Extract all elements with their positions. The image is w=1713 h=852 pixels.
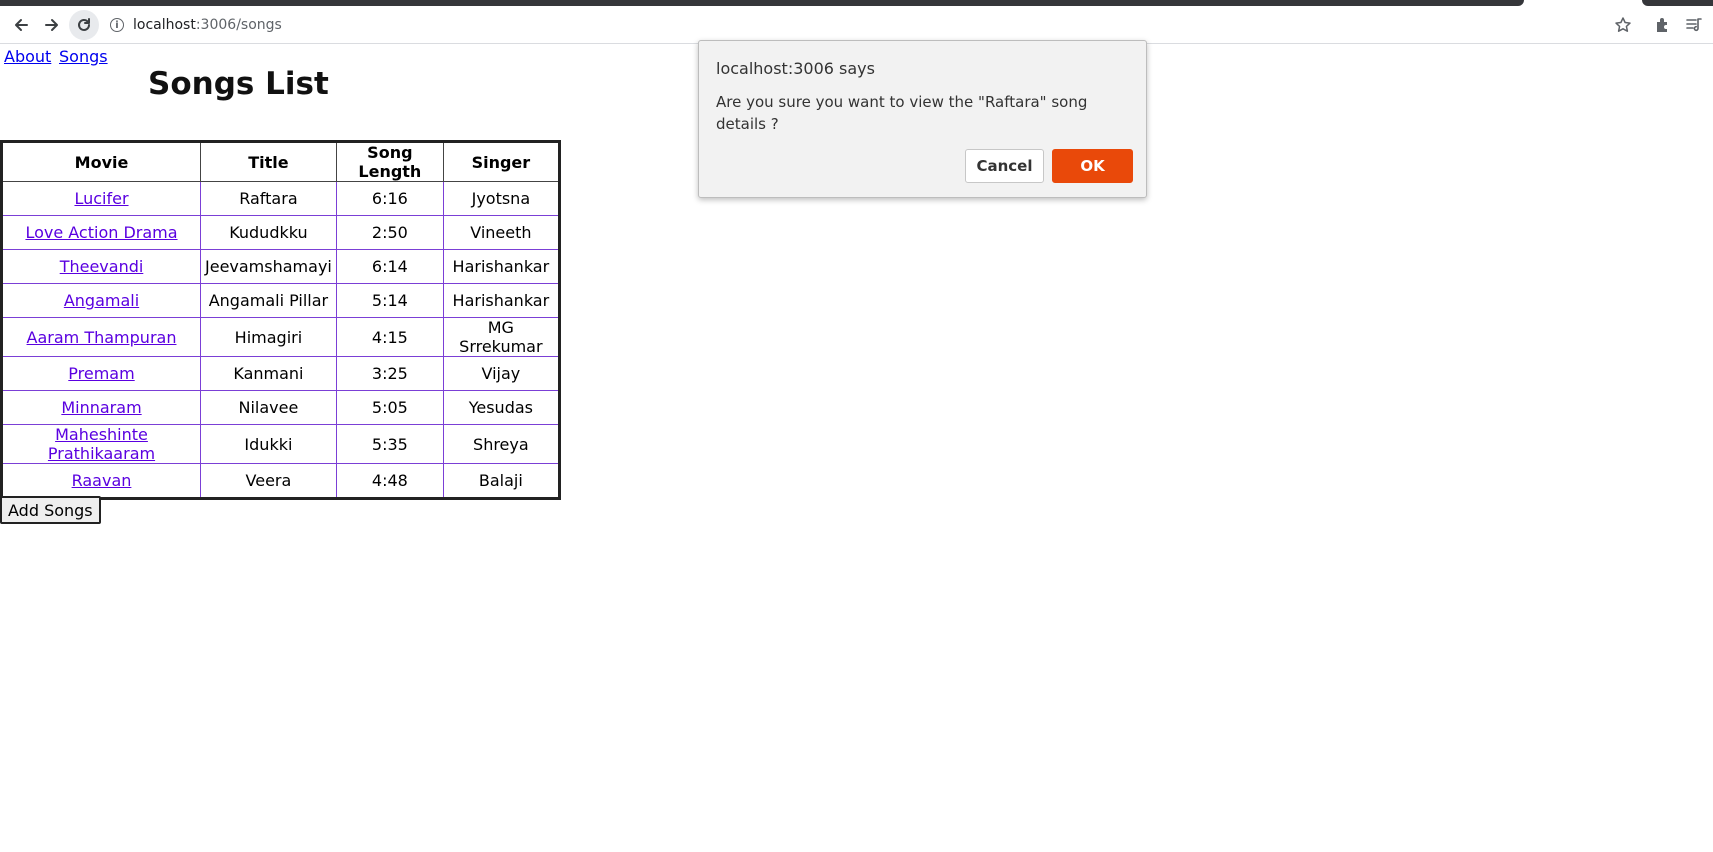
song-title: Jeevamshamayi (200, 249, 337, 284)
movie-link[interactable]: Lucifer (74, 189, 128, 208)
site-info-icon[interactable]: i (110, 18, 124, 32)
cancel-button[interactable]: Cancel (965, 149, 1044, 183)
dialog-title: localhost:3006 says (716, 59, 875, 78)
column-header-song-length: Song Length (335, 141, 444, 182)
song-singer: Harishankar (442, 283, 560, 318)
movie-link[interactable]: Aaram Thampuran (27, 328, 177, 347)
extensions-puzzle-icon[interactable] (1650, 12, 1676, 38)
song-length: 3:25 (335, 356, 444, 391)
browser-toolbar: i localhost:3006/songs (0, 6, 1713, 44)
column-header-title: Title (200, 141, 337, 182)
forward-arrow-icon[interactable] (37, 10, 67, 40)
song-length: 4:48 (335, 463, 444, 499)
table-row: Aaram Thampuran Himagiri 4:15 MG Srrekum… (1, 317, 560, 357)
song-title: Nilavee (200, 390, 337, 425)
song-singer: Yesudas (442, 390, 560, 425)
table-row: Angamali Angamali Pillar 5:14 Harishanka… (1, 283, 560, 318)
song-title: Himagiri (200, 317, 337, 357)
column-header-singer: Singer (442, 141, 560, 182)
movie-link[interactable]: Theevandi (60, 257, 144, 276)
media-queue-icon[interactable] (1681, 12, 1707, 38)
back-arrow-icon[interactable] (6, 10, 36, 40)
table-row: Lucifer Raftara 6:16 Jyotsna (1, 181, 560, 216)
movie-link[interactable]: Love Action Drama (25, 223, 177, 242)
column-header-movie: Movie (1, 141, 201, 182)
nav-link-songs[interactable]: Songs (59, 47, 108, 66)
song-length: 5:14 (335, 283, 444, 318)
song-singer: Vineeth (442, 215, 560, 250)
song-singer: MG Srrekumar (442, 317, 560, 357)
movie-link[interactable]: Angamali (64, 291, 139, 310)
dialog-message: Are you sure you want to view the "Rafta… (716, 93, 1088, 133)
song-title: Angamali Pillar (200, 283, 337, 318)
table-row: Theevandi Jeevamshamayi 6:14 Harishankar (1, 249, 560, 284)
song-singer: Jyotsna (442, 181, 560, 216)
movie-link[interactable]: Maheshinte Prathikaaram (48, 425, 155, 463)
song-length: 5:35 (335, 424, 444, 464)
bookmark-star-icon[interactable] (1610, 12, 1636, 38)
table-row: Raavan Veera 4:48 Balaji (1, 463, 560, 499)
song-singer: Shreya (442, 424, 560, 464)
song-title: Idukki (200, 424, 337, 464)
page-title: Songs List (148, 66, 329, 102)
song-title: Raftara (200, 181, 337, 216)
table-header-row: Movie Title Song Length Singer (1, 141, 560, 182)
song-length: 4:15 (335, 317, 444, 357)
confirm-dialog: localhost:3006 says Are you sure you wan… (698, 40, 1147, 198)
song-title: Kanmani (200, 356, 337, 391)
song-title: Kududkku (200, 215, 337, 250)
song-length: 5:05 (335, 390, 444, 425)
movie-link[interactable]: Minnaram (61, 398, 141, 417)
table-row: Minnaram Nilavee 5:05 Yesudas (1, 390, 560, 425)
nav-link-about[interactable]: About (4, 47, 51, 66)
songs-table: Movie Title Song Length Singer Lucifer R… (0, 140, 561, 500)
reload-icon[interactable] (69, 10, 99, 40)
table-row: Maheshinte Prathikaaram Idukki 5:35 Shre… (1, 424, 560, 464)
url-host: localhost (133, 17, 196, 33)
movie-link[interactable]: Raavan (72, 471, 132, 490)
song-title: Veera (200, 463, 337, 499)
table-row: Premam Kanmani 3:25 Vijay (1, 356, 560, 391)
song-length: 2:50 (335, 215, 444, 250)
movie-link[interactable]: Premam (68, 364, 134, 383)
song-singer: Vijay (442, 356, 560, 391)
song-singer: Harishankar (442, 249, 560, 284)
ok-button[interactable]: OK (1052, 149, 1133, 183)
song-length: 6:16 (335, 181, 444, 216)
add-songs-button[interactable]: Add Songs (0, 496, 101, 524)
song-length: 6:14 (335, 249, 444, 284)
url-path: :3006/songs (195, 17, 282, 33)
table-row: Love Action Drama Kududkku 2:50 Vineeth (1, 215, 560, 250)
song-singer: Balaji (442, 463, 560, 499)
address-bar[interactable]: i localhost:3006/songs (110, 12, 1640, 38)
